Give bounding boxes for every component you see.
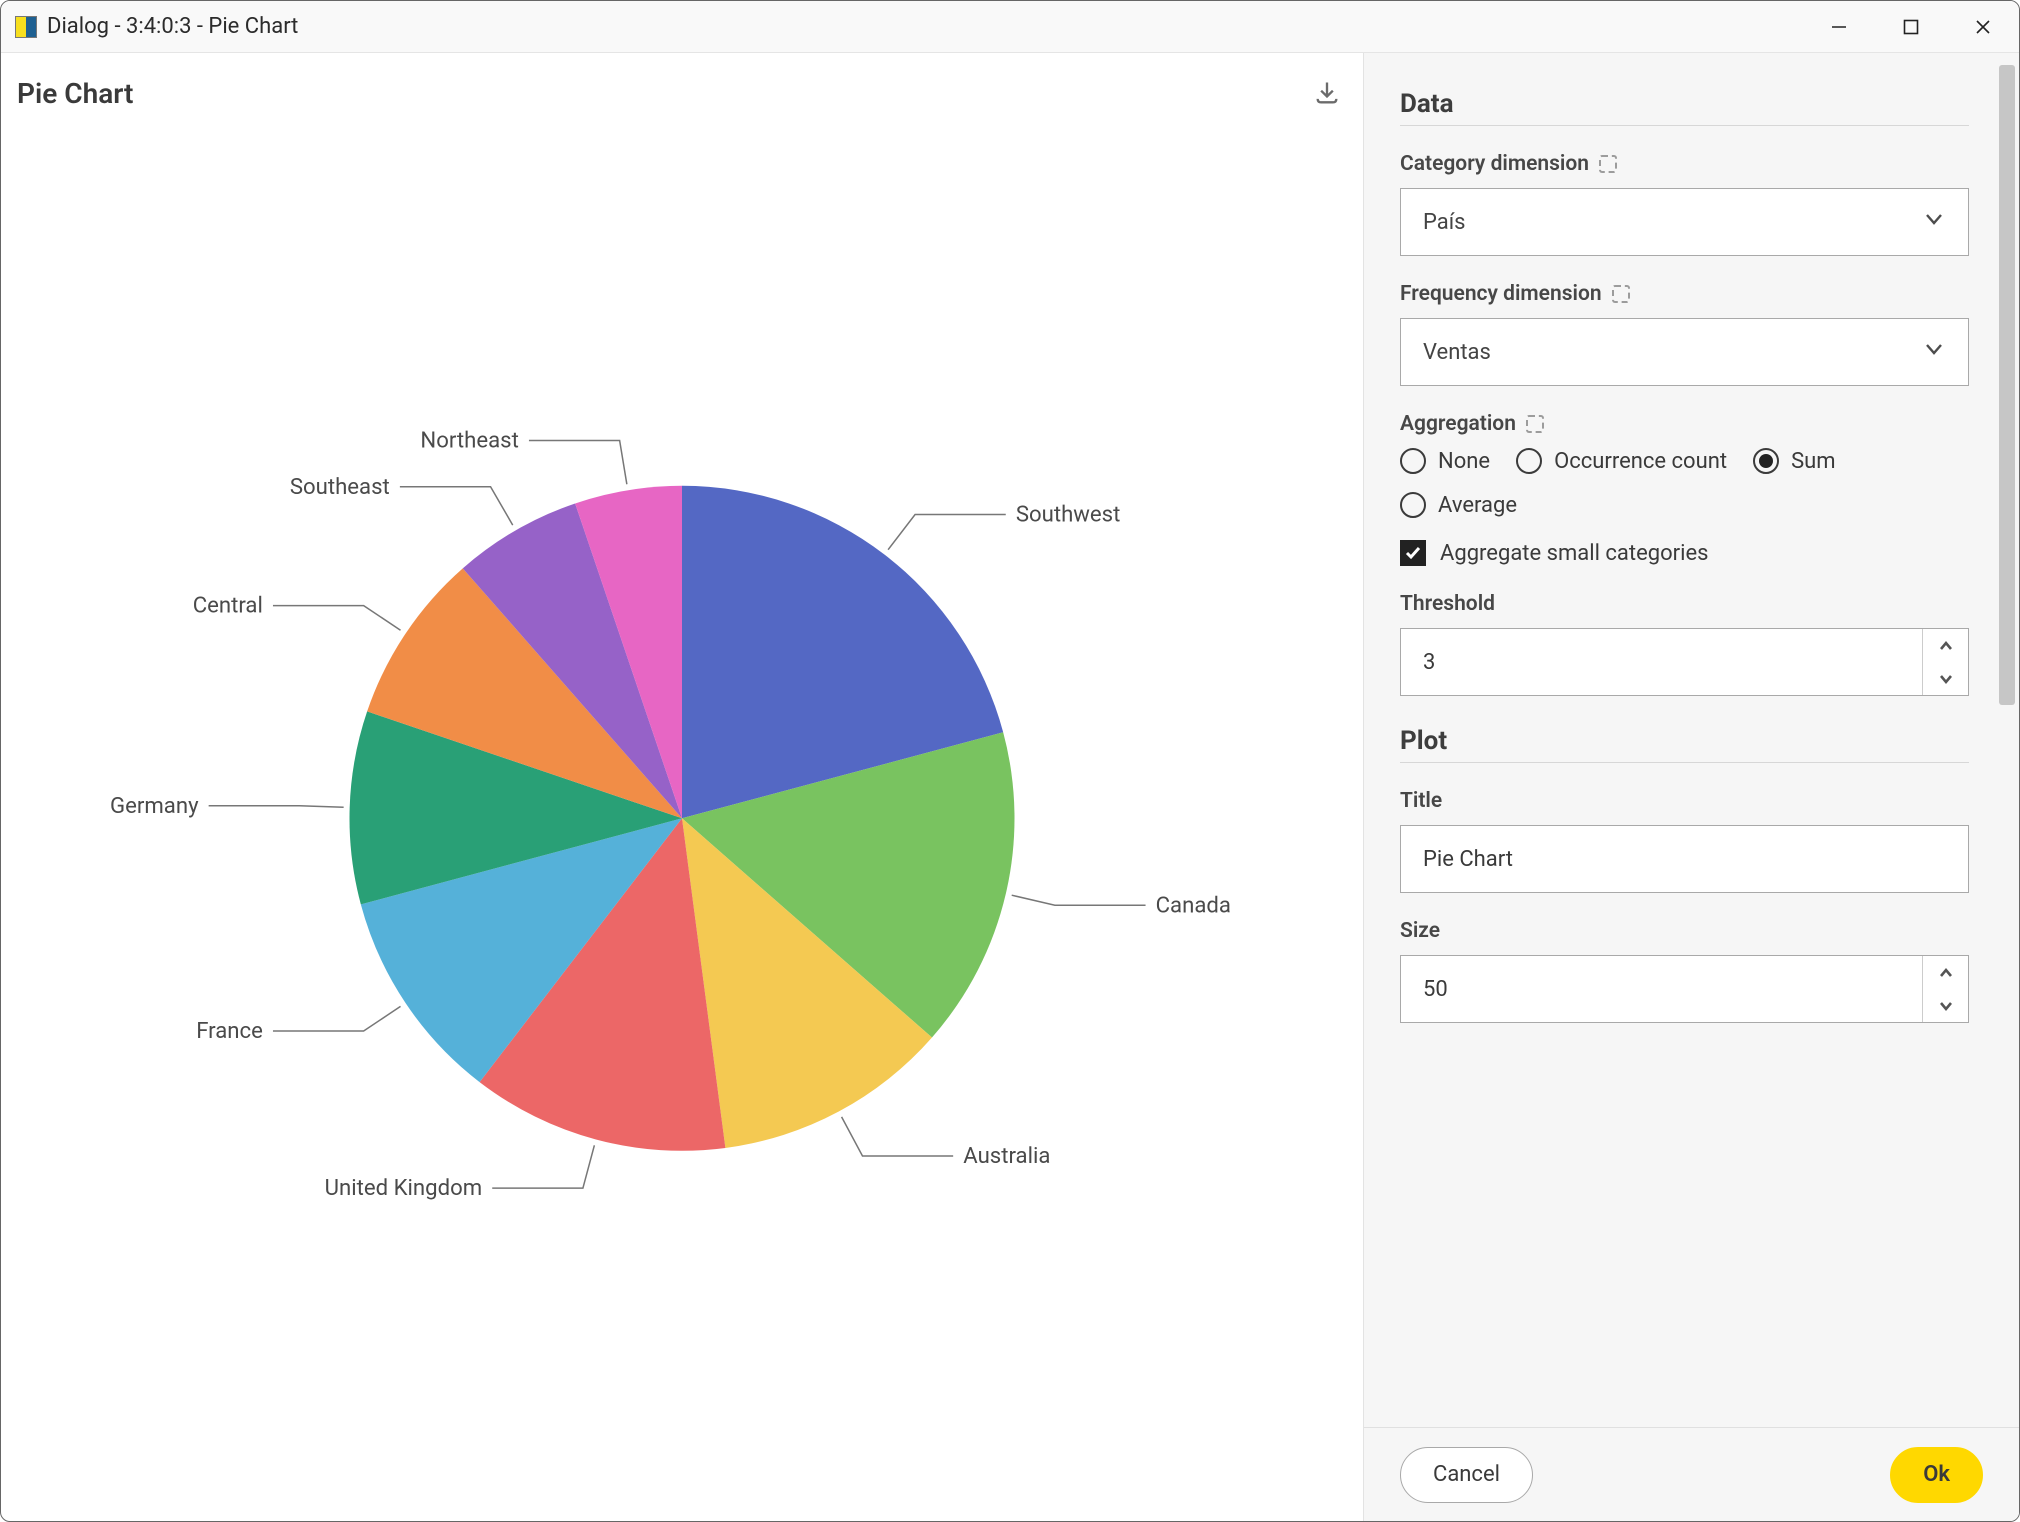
radio-dot — [1753, 448, 1779, 474]
pie-slice-label: France — [196, 1018, 263, 1044]
radio-label: Sum — [1791, 449, 1835, 474]
radio-label: None — [1438, 449, 1490, 474]
frequency-dimension-label: Frequency dimension — [1400, 282, 1969, 306]
aggregation-radio-sum[interactable]: Sum — [1753, 448, 1835, 474]
pie-slice-label: Canada — [1156, 892, 1231, 918]
aggregation-radio-none[interactable]: None — [1400, 448, 1490, 474]
pie-chart: Southwest Canada Australia United Kingdom Fr… — [17, 113, 1347, 1443]
select-value: Ventas — [1423, 340, 1491, 365]
label-text: Title — [1400, 789, 1442, 813]
size-field-label: Size — [1400, 919, 1969, 943]
flow-variable-icon[interactable] — [1599, 155, 1617, 173]
spinners — [1922, 629, 1968, 695]
section-header-plot: Plot — [1400, 726, 1969, 756]
chevron-down-icon — [1922, 207, 1946, 237]
download-icon — [1313, 79, 1341, 107]
frequency-dimension-select[interactable]: Ventas — [1400, 318, 1969, 386]
aggregation-label: Aggregation — [1400, 412, 1969, 436]
spin-down-button[interactable] — [1923, 662, 1968, 695]
pie-leader — [888, 515, 1006, 550]
download-chart-button[interactable] — [1307, 73, 1347, 113]
pie-leader — [1012, 895, 1146, 905]
label-text: Category dimension — [1400, 152, 1589, 176]
chart-title: Pie Chart — [17, 77, 133, 110]
pie-leader — [842, 1117, 954, 1156]
aggregation-radio-occurrence[interactable]: Occurrence count — [1516, 448, 1727, 474]
config-panel: Data Category dimension País Frequency d… — [1363, 53, 2019, 1521]
aggregation-radios: None Occurrence count Sum Average — [1400, 448, 1969, 518]
preview-pane: Pie Chart Southwest Canada Australia United… — [1, 53, 1363, 1521]
number-value: 3 — [1401, 629, 1922, 695]
spin-up-button[interactable] — [1923, 956, 1968, 989]
window-maximize-button[interactable] — [1875, 1, 1947, 53]
pie-slice-label: United Kingdom — [325, 1175, 483, 1201]
flow-variable-icon[interactable] — [1612, 285, 1630, 303]
select-value: País — [1423, 210, 1466, 235]
pie-leader — [529, 441, 627, 485]
aggregation-radio-average[interactable]: Average — [1400, 492, 1517, 518]
radio-dot — [1400, 448, 1426, 474]
label-text: Size — [1400, 919, 1440, 943]
pie-slice-label: Southwest — [1016, 502, 1121, 528]
title-field-label: Title — [1400, 789, 1969, 813]
threshold-input[interactable]: 3 — [1400, 628, 1969, 696]
window-titlebar: Dialog - 3:4:0:3 - Pie Chart — [1, 1, 2019, 53]
spinners — [1922, 956, 1968, 1022]
category-dimension-select[interactable]: País — [1400, 188, 1969, 256]
pie-leader — [400, 487, 513, 525]
radio-label: Occurrence count — [1554, 449, 1727, 474]
divider — [1400, 762, 1969, 763]
scrollbar-thumb[interactable] — [1999, 65, 2015, 705]
chevron-down-icon — [1922, 337, 1946, 367]
dialog-footer: Cancel Ok — [1364, 1427, 2019, 1521]
number-value: 50 — [1401, 956, 1922, 1022]
pie-leader — [492, 1145, 594, 1188]
label-text: Threshold — [1400, 592, 1495, 616]
category-dimension-label: Category dimension — [1400, 152, 1969, 176]
spin-up-button[interactable] — [1923, 629, 1968, 662]
pie-slice-label: Australia — [963, 1143, 1050, 1169]
text-value: Pie Chart — [1423, 847, 1513, 872]
pie-slice-label: Southeast — [290, 474, 390, 500]
pie-leader — [273, 1006, 401, 1031]
radio-dot — [1516, 448, 1542, 474]
size-input[interactable]: 50 — [1400, 955, 1969, 1023]
radio-dot — [1400, 492, 1426, 518]
spin-down-button[interactable] — [1923, 989, 1968, 1022]
check-icon — [1404, 544, 1422, 562]
checkbox-box — [1400, 540, 1426, 566]
aggregate-small-checkbox[interactable]: Aggregate small categories — [1400, 540, 1969, 566]
label-text: Aggregation — [1400, 412, 1516, 436]
section-header-data: Data — [1400, 89, 1969, 119]
pie-leader — [273, 606, 401, 631]
checkbox-label: Aggregate small categories — [1440, 541, 1708, 566]
title-input[interactable]: Pie Chart — [1400, 825, 1969, 893]
pie-leader — [209, 806, 344, 807]
label-text: Frequency dimension — [1400, 282, 1602, 306]
window-minimize-button[interactable] — [1803, 1, 1875, 53]
pie-slice-label: Germany — [110, 793, 199, 819]
pie-slice-label: Central — [193, 593, 263, 619]
flow-variable-icon[interactable] — [1526, 415, 1544, 433]
pie-slice-label: Northeast — [420, 428, 518, 454]
window-controls — [1803, 1, 2019, 53]
window-close-button[interactable] — [1947, 1, 2019, 53]
app-icon — [15, 16, 37, 38]
window-title: Dialog - 3:4:0:3 - Pie Chart — [47, 14, 298, 39]
ok-button[interactable]: Ok — [1890, 1447, 1983, 1503]
cancel-button[interactable]: Cancel — [1400, 1447, 1533, 1503]
divider — [1400, 125, 1969, 126]
radio-label: Average — [1438, 493, 1517, 518]
threshold-label: Threshold — [1400, 592, 1969, 616]
